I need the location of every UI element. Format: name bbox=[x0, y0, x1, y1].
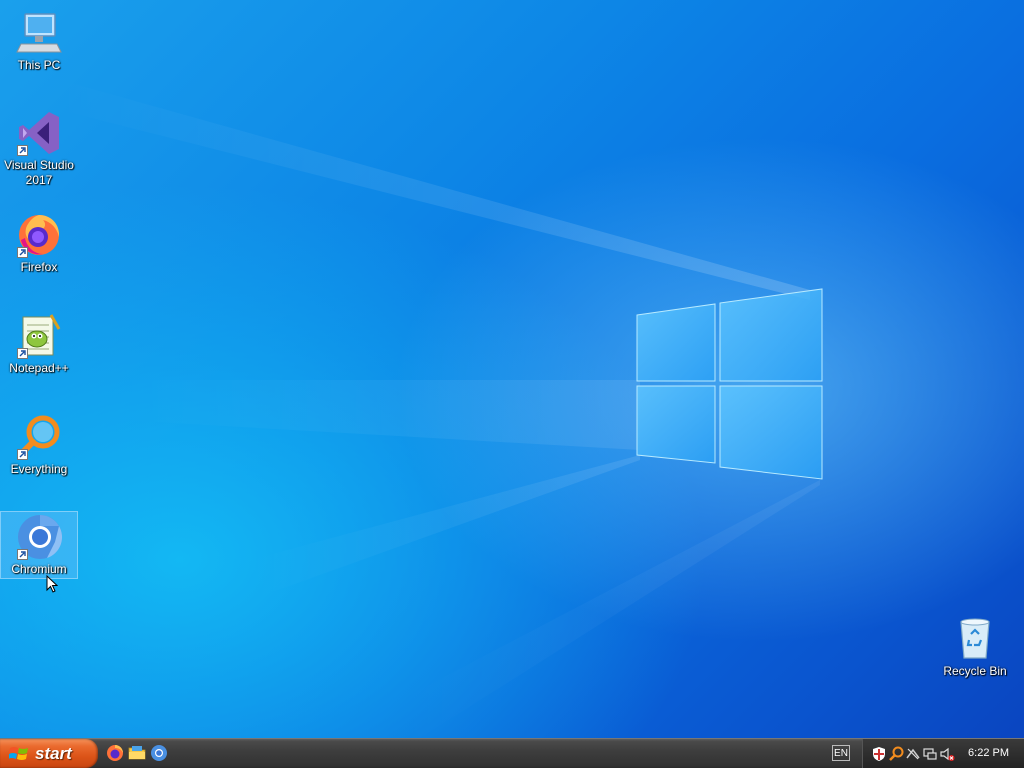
desktop-icon-recycle-bin[interactable]: Recycle Bin bbox=[937, 614, 1013, 679]
file-explorer-icon[interactable] bbox=[128, 744, 146, 762]
display-network-icon[interactable] bbox=[922, 746, 938, 762]
chromium-icon bbox=[15, 512, 63, 560]
start-label: start bbox=[35, 743, 72, 763]
mouse-cursor-icon bbox=[46, 574, 59, 599]
desktop-icon-notepadpp[interactable]: Notepad++ bbox=[1, 311, 77, 376]
recycle-bin-icon bbox=[951, 614, 999, 662]
notepadpp-icon bbox=[15, 311, 63, 359]
firefox-icon bbox=[15, 210, 63, 258]
desktop-icon-chromium[interactable]: Chromium bbox=[0, 511, 78, 579]
visual-studio-icon bbox=[15, 108, 63, 156]
desktop-icon-this-pc[interactable]: This PC bbox=[1, 8, 77, 73]
desktop-icon-label: Everything bbox=[10, 462, 68, 476]
desktop-icon-label: Chromium bbox=[11, 562, 67, 576]
clock[interactable]: 6:22 PM bbox=[968, 747, 1009, 759]
language-indicator[interactable]: EN bbox=[832, 745, 850, 761]
shortcut-arrow-icon bbox=[17, 247, 28, 258]
system-tray: 6:22 PM bbox=[862, 739, 1024, 768]
desktop-icon-label-line2: 2017 bbox=[25, 173, 53, 187]
volume-muted-icon[interactable] bbox=[939, 746, 955, 762]
everything-search-icon bbox=[15, 412, 63, 460]
windows-flag-icon bbox=[8, 745, 29, 763]
desktop-icon-label: Visual Studio bbox=[4, 158, 74, 172]
quick-launch-bar bbox=[106, 744, 168, 762]
chromium-icon[interactable] bbox=[150, 744, 168, 762]
desktop-icon-label: Notepad++ bbox=[9, 361, 69, 375]
desktop-wallpaper bbox=[0, 0, 1024, 738]
computer-icon bbox=[15, 8, 63, 56]
start-button[interactable]: start bbox=[0, 739, 98, 768]
desktop-icon-label: Firefox bbox=[20, 260, 58, 274]
network-icon[interactable] bbox=[905, 746, 921, 762]
shortcut-arrow-icon bbox=[17, 145, 28, 156]
desktop-icon-label: This PC bbox=[17, 58, 61, 72]
shortcut-arrow-icon bbox=[17, 449, 28, 460]
firefox-icon[interactable] bbox=[106, 744, 124, 762]
desktop-icon-visual-studio[interactable]: Visual Studio 2017 bbox=[1, 108, 77, 188]
shortcut-arrow-icon bbox=[17, 348, 28, 359]
shortcut-arrow-icon bbox=[17, 549, 28, 560]
desktop-icon-firefox[interactable]: Firefox bbox=[1, 210, 77, 275]
desktop-icon-everything[interactable]: Everything bbox=[1, 412, 77, 477]
security-shield-icon[interactable] bbox=[871, 746, 887, 762]
taskbar: start EN 6:22 PM bbox=[0, 738, 1024, 768]
desktop-icon-label: Recycle Bin bbox=[943, 664, 1007, 678]
everything-search-icon[interactable] bbox=[888, 746, 904, 762]
